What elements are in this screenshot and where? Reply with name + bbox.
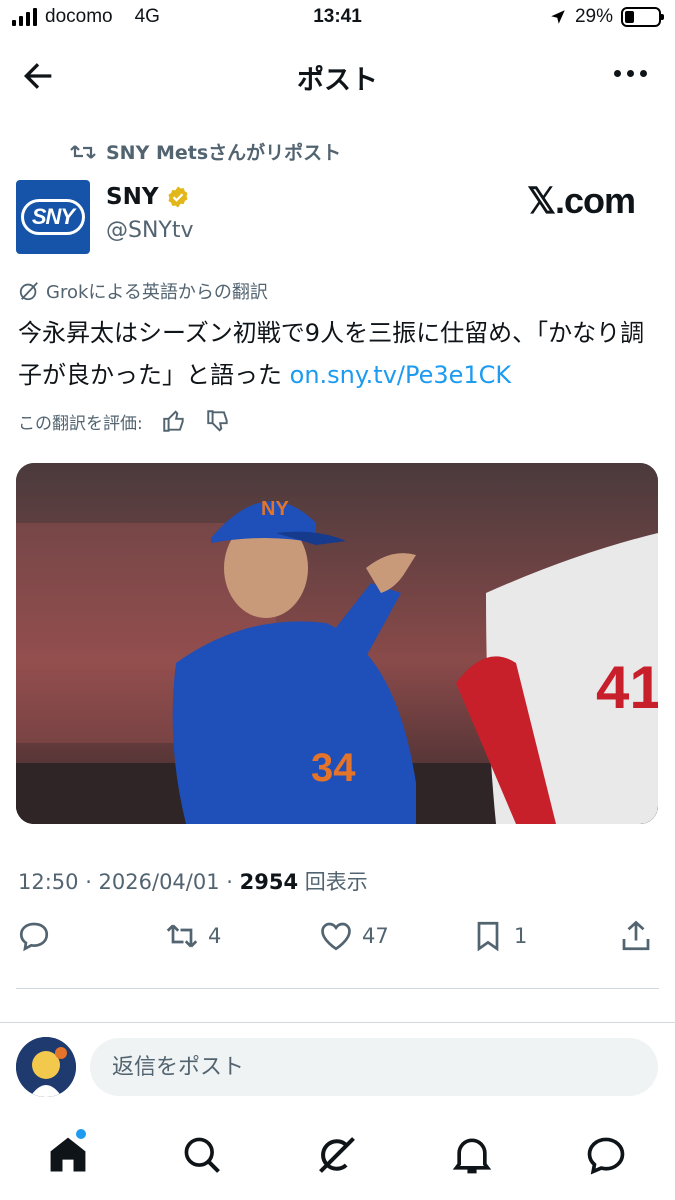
- post-meta: 12:50 · 2026/04/01 · 2954 回表示: [18, 866, 368, 896]
- tab-messages[interactable]: [584, 1133, 628, 1177]
- more-options-button[interactable]: [614, 70, 647, 77]
- home-icon: [50, 1137, 86, 1172]
- tab-search[interactable]: [180, 1133, 224, 1177]
- bookmark-icon: [477, 921, 499, 952]
- battery-icon: [621, 7, 664, 27]
- page-title: ポスト: [297, 65, 378, 96]
- xcom-label: 𝕏.com: [526, 180, 636, 221]
- svg-text:NY: NY: [261, 498, 289, 520]
- repost-action-icon: [166, 924, 198, 948]
- heart-icon: [321, 922, 351, 951]
- message-icon: [587, 1137, 625, 1175]
- translation-label: Grokによる英語からの翻訳: [18, 278, 268, 304]
- bell-icon: [452, 1138, 492, 1174]
- avatar-image: [16, 1037, 76, 1097]
- nav-header: ポスト: [0, 44, 675, 108]
- repost-icon: [70, 144, 96, 159]
- action-bar: 4 47 1: [16, 918, 659, 962]
- status-bar: docomo 4G 13:41 29%: [0, 0, 675, 40]
- sny-logo: SNY: [20, 199, 86, 235]
- home-notification-dot: [76, 1129, 86, 1139]
- divider: [0, 1022, 675, 1023]
- tab-notifications[interactable]: [450, 1133, 494, 1177]
- rate-translation: この翻訳を評価:: [18, 408, 231, 434]
- repost-count: 4: [208, 924, 222, 948]
- translation-label-text: Grokによる英語からの翻訳: [46, 282, 268, 303]
- thumbs-down-icon[interactable]: [205, 408, 231, 434]
- author-name[interactable]: SNY: [106, 184, 190, 210]
- post-photo[interactable]: 41 34 NY: [16, 463, 658, 824]
- like-count: 47: [362, 924, 389, 948]
- repost-context[interactable]: SNY Metsさんがリポスト: [70, 138, 341, 165]
- location-icon: [551, 10, 565, 24]
- bottom-tab-bar: [0, 1125, 675, 1189]
- svg-text:34: 34: [311, 746, 356, 790]
- repost-button[interactable]: 4: [164, 918, 221, 954]
- more-dots-icon: [614, 70, 621, 77]
- views-label: 回表示: [304, 870, 368, 894]
- verified-badge-icon: [168, 186, 188, 208]
- post-timestamp: 12:50 · 2026/04/01 ·: [18, 870, 240, 894]
- tab-home[interactable]: [46, 1133, 90, 1177]
- battery-percent: 29%: [574, 6, 613, 27]
- grok-icon: [319, 1137, 355, 1173]
- repost-label: SNY Metsさんがリポスト: [106, 142, 342, 164]
- author-name-text: SNY: [106, 184, 159, 210]
- author-avatar[interactable]: SNY: [16, 180, 90, 254]
- like-button[interactable]: 47: [318, 918, 389, 954]
- reply-input[interactable]: [90, 1038, 658, 1096]
- thumbs-up-icon[interactable]: [161, 408, 187, 434]
- baseball-pitcher-photo: 41 34 NY: [16, 463, 658, 824]
- reply-button[interactable]: [16, 918, 52, 954]
- author-handle[interactable]: @SNYtv: [106, 218, 194, 243]
- view-count: 2954: [239, 870, 299, 894]
- my-avatar[interactable]: [16, 1037, 76, 1097]
- share-button[interactable]: [618, 918, 654, 954]
- bookmark-button[interactable]: 1: [470, 918, 527, 954]
- svg-text:41: 41: [596, 654, 658, 721]
- bookmark-count: 1: [514, 924, 528, 948]
- tab-grok[interactable]: [315, 1133, 359, 1177]
- divider: [16, 988, 659, 989]
- tweet-text: 今永昇太はシーズン初戦で9人を三振に仕留め、「かなり調子が良かった」と語った o…: [18, 312, 663, 396]
- reply-icon: [19, 922, 49, 952]
- tweet-link[interactable]: on.sny.tv/Pe3e1CK: [290, 361, 512, 389]
- rate-label: この翻訳を評価:: [18, 413, 143, 434]
- share-icon: [622, 920, 650, 951]
- grok-icon: [19, 282, 38, 301]
- search-icon: [184, 1137, 220, 1173]
